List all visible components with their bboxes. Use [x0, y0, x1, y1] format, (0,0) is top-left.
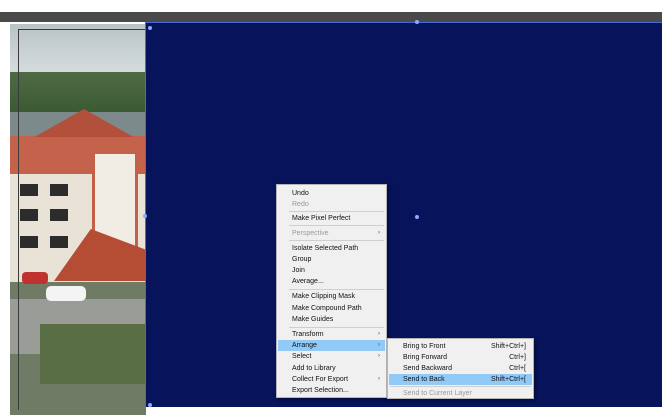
submenu-item-send-to-current-layer[interactable]: Send to Current Layer	[389, 388, 532, 399]
submenu-item-send-backward[interactable]: Send Backward Ctrl+[	[389, 363, 532, 374]
shortcut-label: Shift+Ctrl+[	[490, 376, 526, 383]
submenu-item-label: Send Backward	[403, 365, 453, 372]
menu-separator	[390, 386, 531, 387]
menu-item-label: Make Guides	[292, 316, 334, 323]
menu-item-label: Collect For Export	[292, 376, 349, 383]
shortcut-label: Ctrl+[	[509, 365, 526, 372]
submenu-item-bring-forward[interactable]: Bring Forward Ctrl+]	[389, 352, 532, 363]
menu-item-make-compound-path[interactable]: Make Compound Path	[278, 303, 385, 314]
chevron-right-icon: ›	[378, 353, 380, 359]
submenu-item-label: Bring Forward	[403, 354, 447, 361]
selection-handle-top-middle[interactable]	[415, 20, 419, 24]
menu-item-export-selection[interactable]: Export Selection...	[278, 385, 385, 396]
menu-item-label: Transform	[292, 331, 324, 338]
selection-handle-top-left[interactable]	[148, 26, 152, 30]
submenu-item-bring-to-front[interactable]: Bring to Front Shift+Ctrl+]	[389, 341, 532, 352]
menu-item-isolate-selected-path[interactable]: Isolate Selected Path	[278, 243, 385, 254]
menu-item-make-guides[interactable]: Make Guides	[278, 314, 385, 325]
menu-item-join[interactable]: Join	[278, 265, 385, 276]
menu-separator	[289, 240, 384, 241]
chevron-right-icon: ›	[378, 342, 380, 348]
shortcut-label: Ctrl+]	[509, 354, 526, 361]
menu-item-label: Make Pixel Perfect	[292, 215, 351, 222]
menu-item-label: Average...	[292, 278, 324, 285]
menu-separator	[289, 225, 384, 226]
selection-center-point	[415, 215, 419, 219]
menu-item-undo[interactable]: Undo	[278, 188, 385, 199]
menu-item-average[interactable]: Average...	[278, 276, 385, 287]
top-strip	[0, 0, 662, 12]
menu-separator	[289, 211, 384, 212]
menu-item-group[interactable]: Group	[278, 254, 385, 265]
menu-item-arrange[interactable]: Arrange ›	[278, 340, 385, 351]
menu-item-label: Export Selection...	[292, 387, 349, 394]
submenu-item-label: Send to Current Layer	[403, 390, 472, 397]
menu-item-transform[interactable]: Transform ›	[278, 329, 385, 340]
submenu-item-send-to-back[interactable]: Send to Back Shift+Ctrl+[	[389, 374, 532, 385]
menu-item-label: Arrange	[292, 342, 317, 349]
shortcut-label: Shift+Ctrl+]	[490, 343, 526, 350]
menu-item-label: Add to Library	[292, 365, 336, 372]
toolbar-band	[0, 12, 662, 22]
menu-item-make-pixel-perfect[interactable]: Make Pixel Perfect	[278, 213, 385, 224]
menu-item-label: Select	[292, 353, 312, 360]
menu-item-collect-for-export[interactable]: Collect For Export ›	[278, 374, 385, 385]
menu-item-label: Redo	[292, 201, 309, 208]
submenu-item-label: Send to Back	[403, 376, 445, 383]
image-bounding-frame	[18, 29, 146, 410]
menu-separator	[289, 289, 384, 290]
menu-item-perspective[interactable]: Perspective ›	[278, 228, 385, 239]
selection-handle-bottom-left[interactable]	[148, 403, 152, 407]
menu-separator	[289, 327, 384, 328]
menu-item-label: Perspective	[292, 230, 329, 237]
menu-item-label: Undo	[292, 190, 309, 197]
chevron-right-icon: ›	[378, 376, 380, 382]
menu-item-add-to-library[interactable]: Add to Library	[278, 363, 385, 374]
menu-item-label: Isolate Selected Path	[292, 245, 359, 252]
selection-handle-middle-left[interactable]	[143, 214, 147, 218]
chevron-right-icon: ›	[378, 331, 380, 337]
menu-item-make-clipping-mask[interactable]: Make Clipping Mask	[278, 291, 385, 302]
arrange-submenu: Bring to Front Shift+Ctrl+] Bring Forward…	[387, 338, 534, 399]
menu-item-label: Make Clipping Mask	[292, 293, 356, 300]
context-menu: Undo Redo Make Pixel Perfect Perspective…	[276, 184, 387, 398]
menu-item-label: Join	[292, 267, 305, 274]
menu-item-label: Group	[292, 256, 312, 263]
menu-item-label: Make Compound Path	[292, 305, 362, 312]
chevron-right-icon: ›	[378, 230, 380, 236]
submenu-item-label: Bring to Front	[403, 343, 446, 350]
menu-item-select[interactable]: Select ›	[278, 351, 385, 362]
menu-item-redo[interactable]: Redo	[278, 199, 385, 210]
